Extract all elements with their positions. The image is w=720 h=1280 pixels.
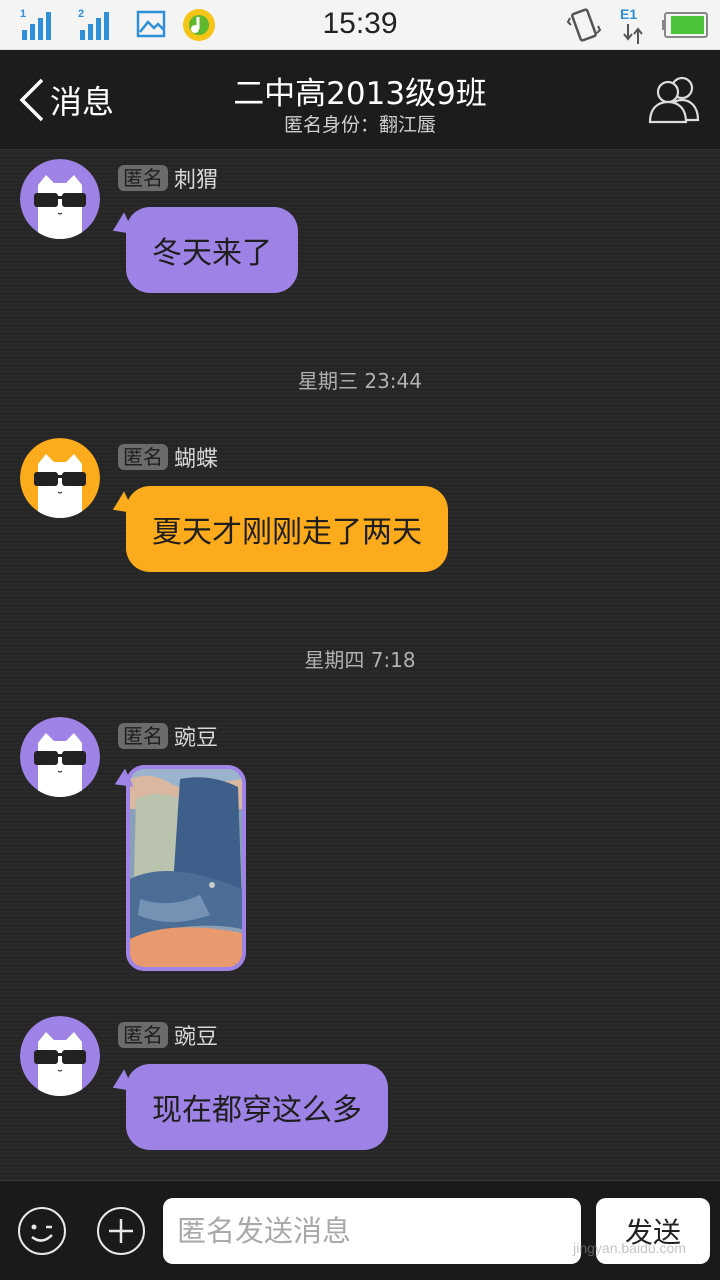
message-item: 匿名 蝴蝶 夏天才刚刚走了两天 — [0, 438, 720, 588]
input-bar: 发送 jingyan.baidu.com — [0, 1180, 720, 1280]
sender-line: 匿名 蝴蝶 — [118, 442, 218, 472]
emoji-icon — [31, 1224, 53, 1242]
chat-title: 二中高2013级9班 — [233, 76, 487, 112]
cool-cat-avatar-icon — [20, 159, 100, 239]
clothes-photo — [130, 769, 242, 967]
avatar[interactable] — [20, 159, 100, 239]
message-bubble[interactable]: 夏天才刚刚走了两天 — [126, 486, 448, 572]
anonymous-tag: 匿名 — [118, 444, 168, 470]
anonymous-identity: 匿名身份：翻江蜃 — [283, 114, 436, 136]
cool-cat-avatar-icon — [20, 438, 100, 518]
back-label: 消息 — [50, 83, 115, 121]
message-item: 匿名 豌豆 — [0, 717, 720, 987]
sender-line: 匿名 豌豆 — [118, 721, 218, 751]
battery-icon — [662, 12, 708, 38]
network-label: E1 — [620, 6, 638, 22]
emoji-button[interactable] — [18, 1207, 66, 1255]
sender-line: 匿名 刺猬 — [118, 163, 218, 193]
anonymous-tag: 匿名 — [118, 1022, 168, 1048]
back-chevron-icon — [19, 78, 44, 122]
add-attachment-button[interactable] — [97, 1207, 145, 1255]
sender-nickname: 刺猬 — [174, 168, 219, 193]
plus-icon — [109, 1219, 133, 1243]
sender-line: 匿名 豌豆 — [118, 1020, 218, 1050]
back-button[interactable]: 消息 — [18, 76, 114, 124]
anonymous-tag: 匿名 — [118, 723, 168, 749]
avatar[interactable] — [20, 1016, 100, 1096]
message-bubble[interactable]: 现在都穿这么多 — [126, 1064, 388, 1150]
avatar[interactable] — [20, 717, 100, 797]
message-timestamp: 星期三 23:44 — [298, 369, 422, 393]
cool-cat-avatar-icon — [20, 1016, 100, 1096]
vibrate-icon — [566, 8, 602, 42]
image-message[interactable] — [126, 765, 246, 971]
cool-cat-avatar-icon — [20, 717, 100, 797]
sender-nickname: 蝴蝶 — [174, 447, 219, 472]
anonymous-tag: 匿名 — [118, 165, 168, 191]
chat-messages[interactable]: 匿名 刺猬 冬天来了 星期三 23:44 匿名 蝴蝶 夏天才刚刚走了两天 星期四… — [0, 151, 720, 1180]
data-transfer-icon: E1 — [620, 6, 646, 44]
message-input[interactable] — [163, 1198, 581, 1264]
group-members-icon[interactable] — [646, 74, 704, 126]
message-item: 匿名 刺猬 冬天来了 — [0, 159, 720, 309]
sender-nickname: 豌豆 — [174, 726, 219, 751]
sender-nickname: 豌豆 — [174, 1025, 219, 1050]
watermark: jingyan.baidu.com — [573, 1240, 686, 1256]
avatar[interactable] — [20, 438, 100, 518]
message-item: 匿名 豌豆 现在都穿这么多 — [0, 1016, 720, 1166]
chat-header: 消息 二中高2013级9班 匿名身份：翻江蜃 — [0, 50, 720, 150]
message-bubble[interactable]: 冬天来了 — [126, 207, 298, 293]
status-bar: 1 2 15:39 E1 — [0, 0, 720, 50]
message-timestamp: 星期四 7:18 — [304, 648, 416, 672]
status-time: 15:39 — [322, 7, 398, 40]
